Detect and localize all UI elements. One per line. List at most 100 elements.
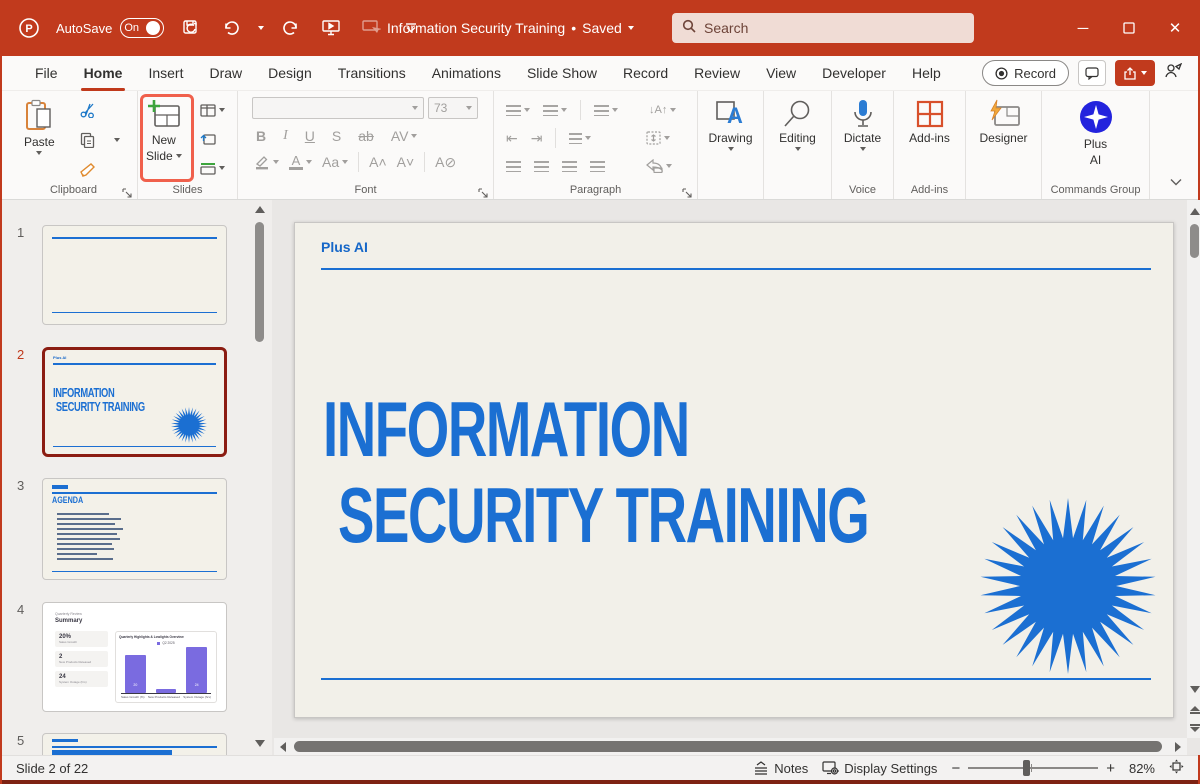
panel-scroll-up-icon[interactable] bbox=[255, 206, 265, 213]
notes-button[interactable]: Notes bbox=[753, 761, 808, 776]
section-button[interactable] bbox=[200, 157, 225, 179]
vertical-scroll-thumb[interactable] bbox=[1190, 224, 1199, 258]
numbering-button[interactable] bbox=[543, 99, 567, 121]
dictate-button[interactable]: Dictate bbox=[832, 91, 893, 151]
zoom-out-button[interactable]: − bbox=[951, 760, 960, 777]
next-slide-button[interactable] bbox=[1189, 724, 1200, 732]
display-settings-button[interactable]: Display Settings bbox=[822, 761, 937, 776]
maximize-button[interactable] bbox=[1106, 0, 1152, 56]
scroll-up-icon[interactable] bbox=[1189, 208, 1200, 215]
italic-button[interactable]: I bbox=[283, 128, 288, 144]
save-icon[interactable] bbox=[178, 15, 204, 41]
new-slide-button[interactable]: New Slide bbox=[146, 91, 182, 163]
thumbnail-panel-scrollbar[interactable] bbox=[252, 200, 268, 755]
starburst-shape[interactable] bbox=[978, 496, 1158, 676]
search-input[interactable] bbox=[704, 20, 964, 36]
slide-3-thumbnail[interactable]: AGENDA bbox=[42, 478, 227, 580]
zoom-slider-handle[interactable] bbox=[1023, 760, 1031, 776]
zoom-in-button[interactable]: + bbox=[1106, 760, 1115, 777]
slide-2-thumbnail-selected[interactable]: Plus AI INFORMATION SECURITY TRAINING bbox=[42, 347, 227, 457]
search-box[interactable] bbox=[672, 13, 974, 43]
undo-chevron-icon[interactable] bbox=[258, 26, 265, 30]
horizontal-scroll-thumb[interactable] bbox=[294, 741, 1162, 752]
font-color-button[interactable]: A bbox=[289, 151, 312, 173]
character-spacing-button[interactable]: AV bbox=[391, 125, 418, 147]
tab-insert[interactable]: Insert bbox=[135, 56, 196, 91]
tab-help[interactable]: Help bbox=[899, 56, 954, 91]
highlight-color-button[interactable] bbox=[254, 151, 279, 173]
slide-indicator[interactable]: Slide 2 of 22 bbox=[2, 761, 88, 776]
text-shadow-button[interactable]: S bbox=[332, 128, 341, 144]
slide-layout-button[interactable] bbox=[200, 99, 225, 121]
close-button[interactable]: ✕ bbox=[1152, 0, 1198, 56]
slide-title-line2[interactable]: SECURITY TRAINING bbox=[338, 475, 870, 555]
drawing-button[interactable]: A Drawing bbox=[698, 91, 763, 151]
current-slide[interactable]: Plus AI INFORMATION SECURITY TRAINING bbox=[294, 222, 1174, 718]
tab-slide-show[interactable]: Slide Show bbox=[514, 56, 610, 91]
zoom-slider-track[interactable] bbox=[968, 760, 1099, 776]
convert-to-smartart-button[interactable] bbox=[646, 155, 672, 177]
line-spacing-button[interactable] bbox=[594, 99, 618, 121]
collapse-ribbon-chevron-icon[interactable] bbox=[1170, 173, 1182, 191]
paste-button[interactable]: Paste bbox=[24, 91, 55, 155]
tab-transitions[interactable]: Transitions bbox=[325, 56, 419, 91]
record-button[interactable]: Record bbox=[982, 60, 1069, 86]
font-size-combo[interactable]: 73 bbox=[428, 97, 478, 119]
bullets-button[interactable] bbox=[506, 99, 530, 121]
panel-scroll-down-icon[interactable] bbox=[255, 740, 265, 747]
change-case-button[interactable]: Aa bbox=[322, 151, 349, 173]
fit-slide-to-window-button[interactable] bbox=[1169, 759, 1184, 777]
copy-button[interactable] bbox=[80, 129, 120, 151]
tab-design[interactable]: Design bbox=[255, 56, 325, 91]
powerpoint-logo-icon[interactable]: P bbox=[16, 15, 42, 41]
bold-button[interactable]: B bbox=[256, 128, 266, 144]
font-name-combo[interactable] bbox=[252, 97, 424, 119]
columns-button[interactable] bbox=[569, 127, 592, 149]
scroll-right-icon[interactable] bbox=[1175, 741, 1181, 752]
slide-1-thumbnail[interactable] bbox=[42, 225, 227, 325]
tab-developer[interactable]: Developer bbox=[809, 56, 899, 91]
underline-button[interactable]: U bbox=[305, 128, 315, 144]
designer-button[interactable]: Designer bbox=[966, 91, 1041, 145]
main-horizontal-scrollbar[interactable] bbox=[274, 738, 1187, 755]
scroll-down-icon[interactable] bbox=[1189, 686, 1200, 693]
redo-icon[interactable] bbox=[278, 15, 304, 41]
slide-4-thumbnail[interactable]: Quarterly Review Summary 20% Sales Growt… bbox=[42, 602, 227, 712]
grow-font-button[interactable]: A˄ bbox=[369, 154, 387, 170]
previous-slide-button[interactable] bbox=[1189, 706, 1200, 714]
tab-review[interactable]: Review bbox=[681, 56, 753, 91]
main-vertical-scrollbar[interactable] bbox=[1187, 200, 1200, 738]
tab-home[interactable]: Home bbox=[71, 56, 136, 91]
format-painter-button[interactable] bbox=[80, 159, 120, 181]
share-button[interactable] bbox=[1115, 60, 1155, 86]
slide-title-line1[interactable]: INFORMATION bbox=[323, 389, 690, 469]
align-left-button[interactable] bbox=[506, 160, 521, 172]
tab-file[interactable]: File bbox=[22, 56, 71, 91]
comments-button[interactable] bbox=[1078, 60, 1106, 86]
align-right-button[interactable] bbox=[562, 160, 577, 172]
font-dialog-launcher[interactable] bbox=[478, 185, 488, 198]
start-slideshow-icon[interactable] bbox=[318, 15, 344, 41]
reset-slide-button[interactable] bbox=[200, 128, 225, 150]
tab-view[interactable]: View bbox=[753, 56, 809, 91]
decrease-indent-button[interactable]: ⇤ bbox=[506, 130, 518, 147]
increase-indent-button[interactable]: ⇥ bbox=[531, 130, 543, 147]
minimize-button[interactable]: ─ bbox=[1060, 0, 1106, 56]
clipboard-dialog-launcher[interactable] bbox=[122, 185, 132, 198]
tab-draw[interactable]: Draw bbox=[196, 56, 255, 91]
paragraph-dialog-launcher[interactable] bbox=[682, 185, 692, 198]
editing-button[interactable]: Editing bbox=[764, 91, 831, 151]
scroll-left-icon[interactable] bbox=[280, 741, 286, 752]
cut-button[interactable] bbox=[80, 99, 120, 121]
autosave-toggle[interactable]: On bbox=[120, 18, 165, 38]
undo-icon[interactable] bbox=[218, 15, 244, 41]
align-center-button[interactable] bbox=[534, 160, 549, 172]
plus-ai-button[interactable]: Plus AI bbox=[1042, 91, 1149, 167]
document-title[interactable]: Information Security Training • Saved bbox=[387, 0, 634, 56]
slide-5-thumbnail[interactable] bbox=[42, 733, 227, 755]
align-text-button[interactable] bbox=[646, 127, 671, 149]
tab-animations[interactable]: Animations bbox=[419, 56, 514, 91]
present-to-person-icon[interactable] bbox=[1164, 62, 1183, 84]
strikethrough-button[interactable]: ab bbox=[358, 128, 374, 144]
text-direction-button[interactable]: ↓A↑ bbox=[649, 99, 677, 121]
